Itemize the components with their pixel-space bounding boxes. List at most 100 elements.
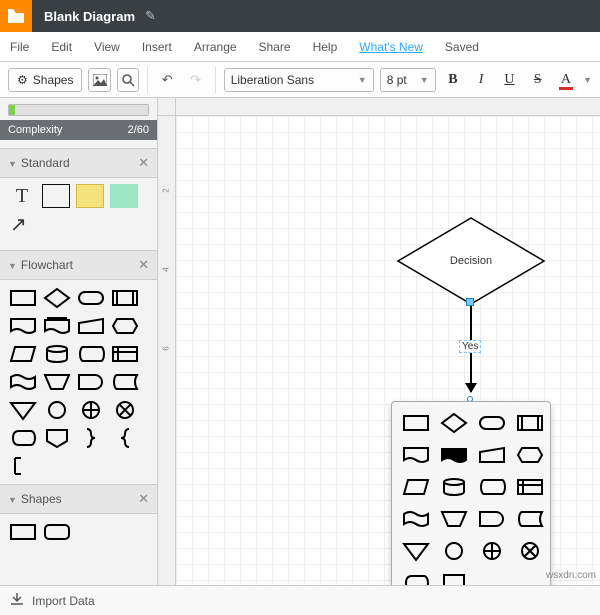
menu-whats-new[interactable]: What's New — [359, 40, 423, 54]
ruler-horizontal[interactable] — [176, 98, 600, 116]
brace-left-shape[interactable] — [110, 426, 140, 450]
off-page-shape[interactable] — [42, 426, 72, 450]
canvas[interactable]: Decision Yes — [176, 116, 600, 585]
chevron-down-icon: ▼ — [420, 75, 429, 85]
internal-storage-shape[interactable] — [110, 342, 140, 366]
strike-button[interactable]: S — [527, 68, 549, 92]
process-shape[interactable] — [400, 410, 432, 436]
rounded-shape[interactable] — [42, 520, 72, 544]
predefined-shape[interactable] — [514, 410, 546, 436]
rename-icon[interactable]: ✎ — [145, 8, 156, 24]
shapes-button[interactable]: ⚙ Shapes — [8, 68, 82, 92]
canvas-area: 2 4 6 Decision Yes — [158, 98, 600, 585]
display-shape[interactable] — [400, 570, 432, 585]
predefined-shape[interactable] — [110, 286, 140, 310]
bold-button[interactable]: B — [442, 68, 464, 92]
stored-data-shape[interactable] — [514, 506, 546, 532]
redo-icon[interactable]: ↷ — [185, 68, 207, 92]
data-shape[interactable] — [400, 474, 432, 500]
panel-shapes-header[interactable]: ▼Shapes ✕ — [0, 484, 157, 514]
preparation-shape[interactable] — [110, 314, 140, 338]
import-data-button[interactable]: Import Data — [0, 585, 600, 615]
or-shape[interactable] — [76, 398, 106, 422]
edge-label[interactable]: Yes — [459, 340, 481, 353]
menu-view[interactable]: View — [94, 40, 120, 54]
chevron-down-icon[interactable]: ▼ — [583, 75, 592, 85]
image-icon[interactable] — [88, 68, 110, 92]
shapes-button-label: Shapes — [33, 73, 74, 87]
terminator-shape[interactable] — [76, 286, 106, 310]
direct-data-shape[interactable] — [76, 342, 106, 366]
database-shape[interactable] — [438, 474, 470, 500]
ruler-vertical[interactable]: 2 4 6 — [158, 116, 176, 585]
manual-input-shape[interactable] — [76, 314, 106, 338]
menu-file[interactable]: File — [10, 40, 29, 54]
decision-shape[interactable] — [438, 410, 470, 436]
paper-tape-shape[interactable] — [400, 506, 432, 532]
panel-flowchart-header[interactable]: ▼Flowchart ✕ — [0, 250, 157, 280]
font-color-button[interactable]: A — [555, 68, 577, 92]
menu-bar: File Edit View Insert Arrange Share Help… — [0, 32, 600, 62]
data-shape[interactable] — [8, 342, 38, 366]
direct-data-shape[interactable] — [476, 474, 508, 500]
divider — [215, 67, 216, 93]
menu-edit[interactable]: Edit — [51, 40, 72, 54]
display-shape[interactable] — [8, 426, 38, 450]
merge-shape[interactable] — [8, 398, 38, 422]
menu-insert[interactable]: Insert — [142, 40, 172, 54]
edge-handle[interactable] — [466, 298, 474, 306]
arrow-shape[interactable] — [8, 214, 36, 238]
note-shape[interactable] — [8, 454, 38, 478]
menu-share[interactable]: Share — [259, 40, 291, 54]
merge-shape[interactable] — [400, 538, 432, 564]
multidoc-shape[interactable] — [438, 442, 470, 468]
document-shape[interactable] — [400, 442, 432, 468]
stored-data-shape[interactable] — [110, 370, 140, 394]
manual-op-shape[interactable] — [438, 506, 470, 532]
paper-tape-shape[interactable] — [8, 370, 38, 394]
document-title[interactable]: Blank Diagram — [44, 9, 135, 24]
triangle-down-icon: ▼ — [8, 159, 17, 169]
connector-shape[interactable] — [42, 398, 72, 422]
panel-standard-header[interactable]: ▼Standard ✕ — [0, 148, 157, 178]
sum-junction-shape[interactable] — [110, 398, 140, 422]
sum-junction-shape[interactable] — [514, 538, 546, 564]
menu-arrange[interactable]: Arrange — [194, 40, 237, 54]
folder-icon[interactable] — [0, 0, 32, 32]
terminator-shape[interactable] — [476, 410, 508, 436]
arrowhead-icon — [465, 383, 477, 393]
search-icon[interactable] — [117, 68, 139, 92]
off-page-shape[interactable] — [438, 570, 470, 585]
block-shape[interactable] — [110, 184, 138, 208]
import-data-label: Import Data — [32, 594, 95, 608]
manual-input-shape[interactable] — [476, 442, 508, 468]
preparation-shape[interactable] — [514, 442, 546, 468]
font-select[interactable]: Liberation Sans ▼ — [224, 68, 374, 92]
delay-shape[interactable] — [476, 506, 508, 532]
process-shape[interactable] — [8, 286, 38, 310]
note-shape[interactable] — [76, 184, 104, 208]
connector-shape[interactable] — [438, 538, 470, 564]
close-icon[interactable]: ✕ — [138, 491, 149, 507]
font-size-select[interactable]: 8 pt ▼ — [380, 68, 436, 92]
process-shape[interactable] — [8, 520, 38, 544]
decision-node[interactable]: Decision — [396, 216, 546, 306]
brace-right-shape[interactable] — [76, 426, 106, 450]
or-shape[interactable] — [476, 538, 508, 564]
database-shape[interactable] — [42, 342, 72, 366]
multidoc-shape[interactable] — [42, 314, 72, 338]
close-icon[interactable]: ✕ — [138, 257, 149, 273]
close-icon[interactable]: ✕ — [138, 155, 149, 171]
document-shape[interactable] — [8, 314, 38, 338]
menu-help[interactable]: Help — [313, 40, 338, 54]
manual-op-shape[interactable] — [42, 370, 72, 394]
decision-shape[interactable] — [42, 286, 72, 310]
text-shape[interactable]: T — [8, 184, 36, 208]
rect-shape[interactable] — [42, 184, 70, 208]
underline-button[interactable]: U — [498, 68, 520, 92]
complexity-fill — [9, 105, 15, 115]
internal-storage-shape[interactable] — [514, 474, 546, 500]
delay-shape[interactable] — [76, 370, 106, 394]
italic-button[interactable]: I — [470, 68, 492, 92]
undo-icon[interactable]: ↶ — [156, 68, 178, 92]
